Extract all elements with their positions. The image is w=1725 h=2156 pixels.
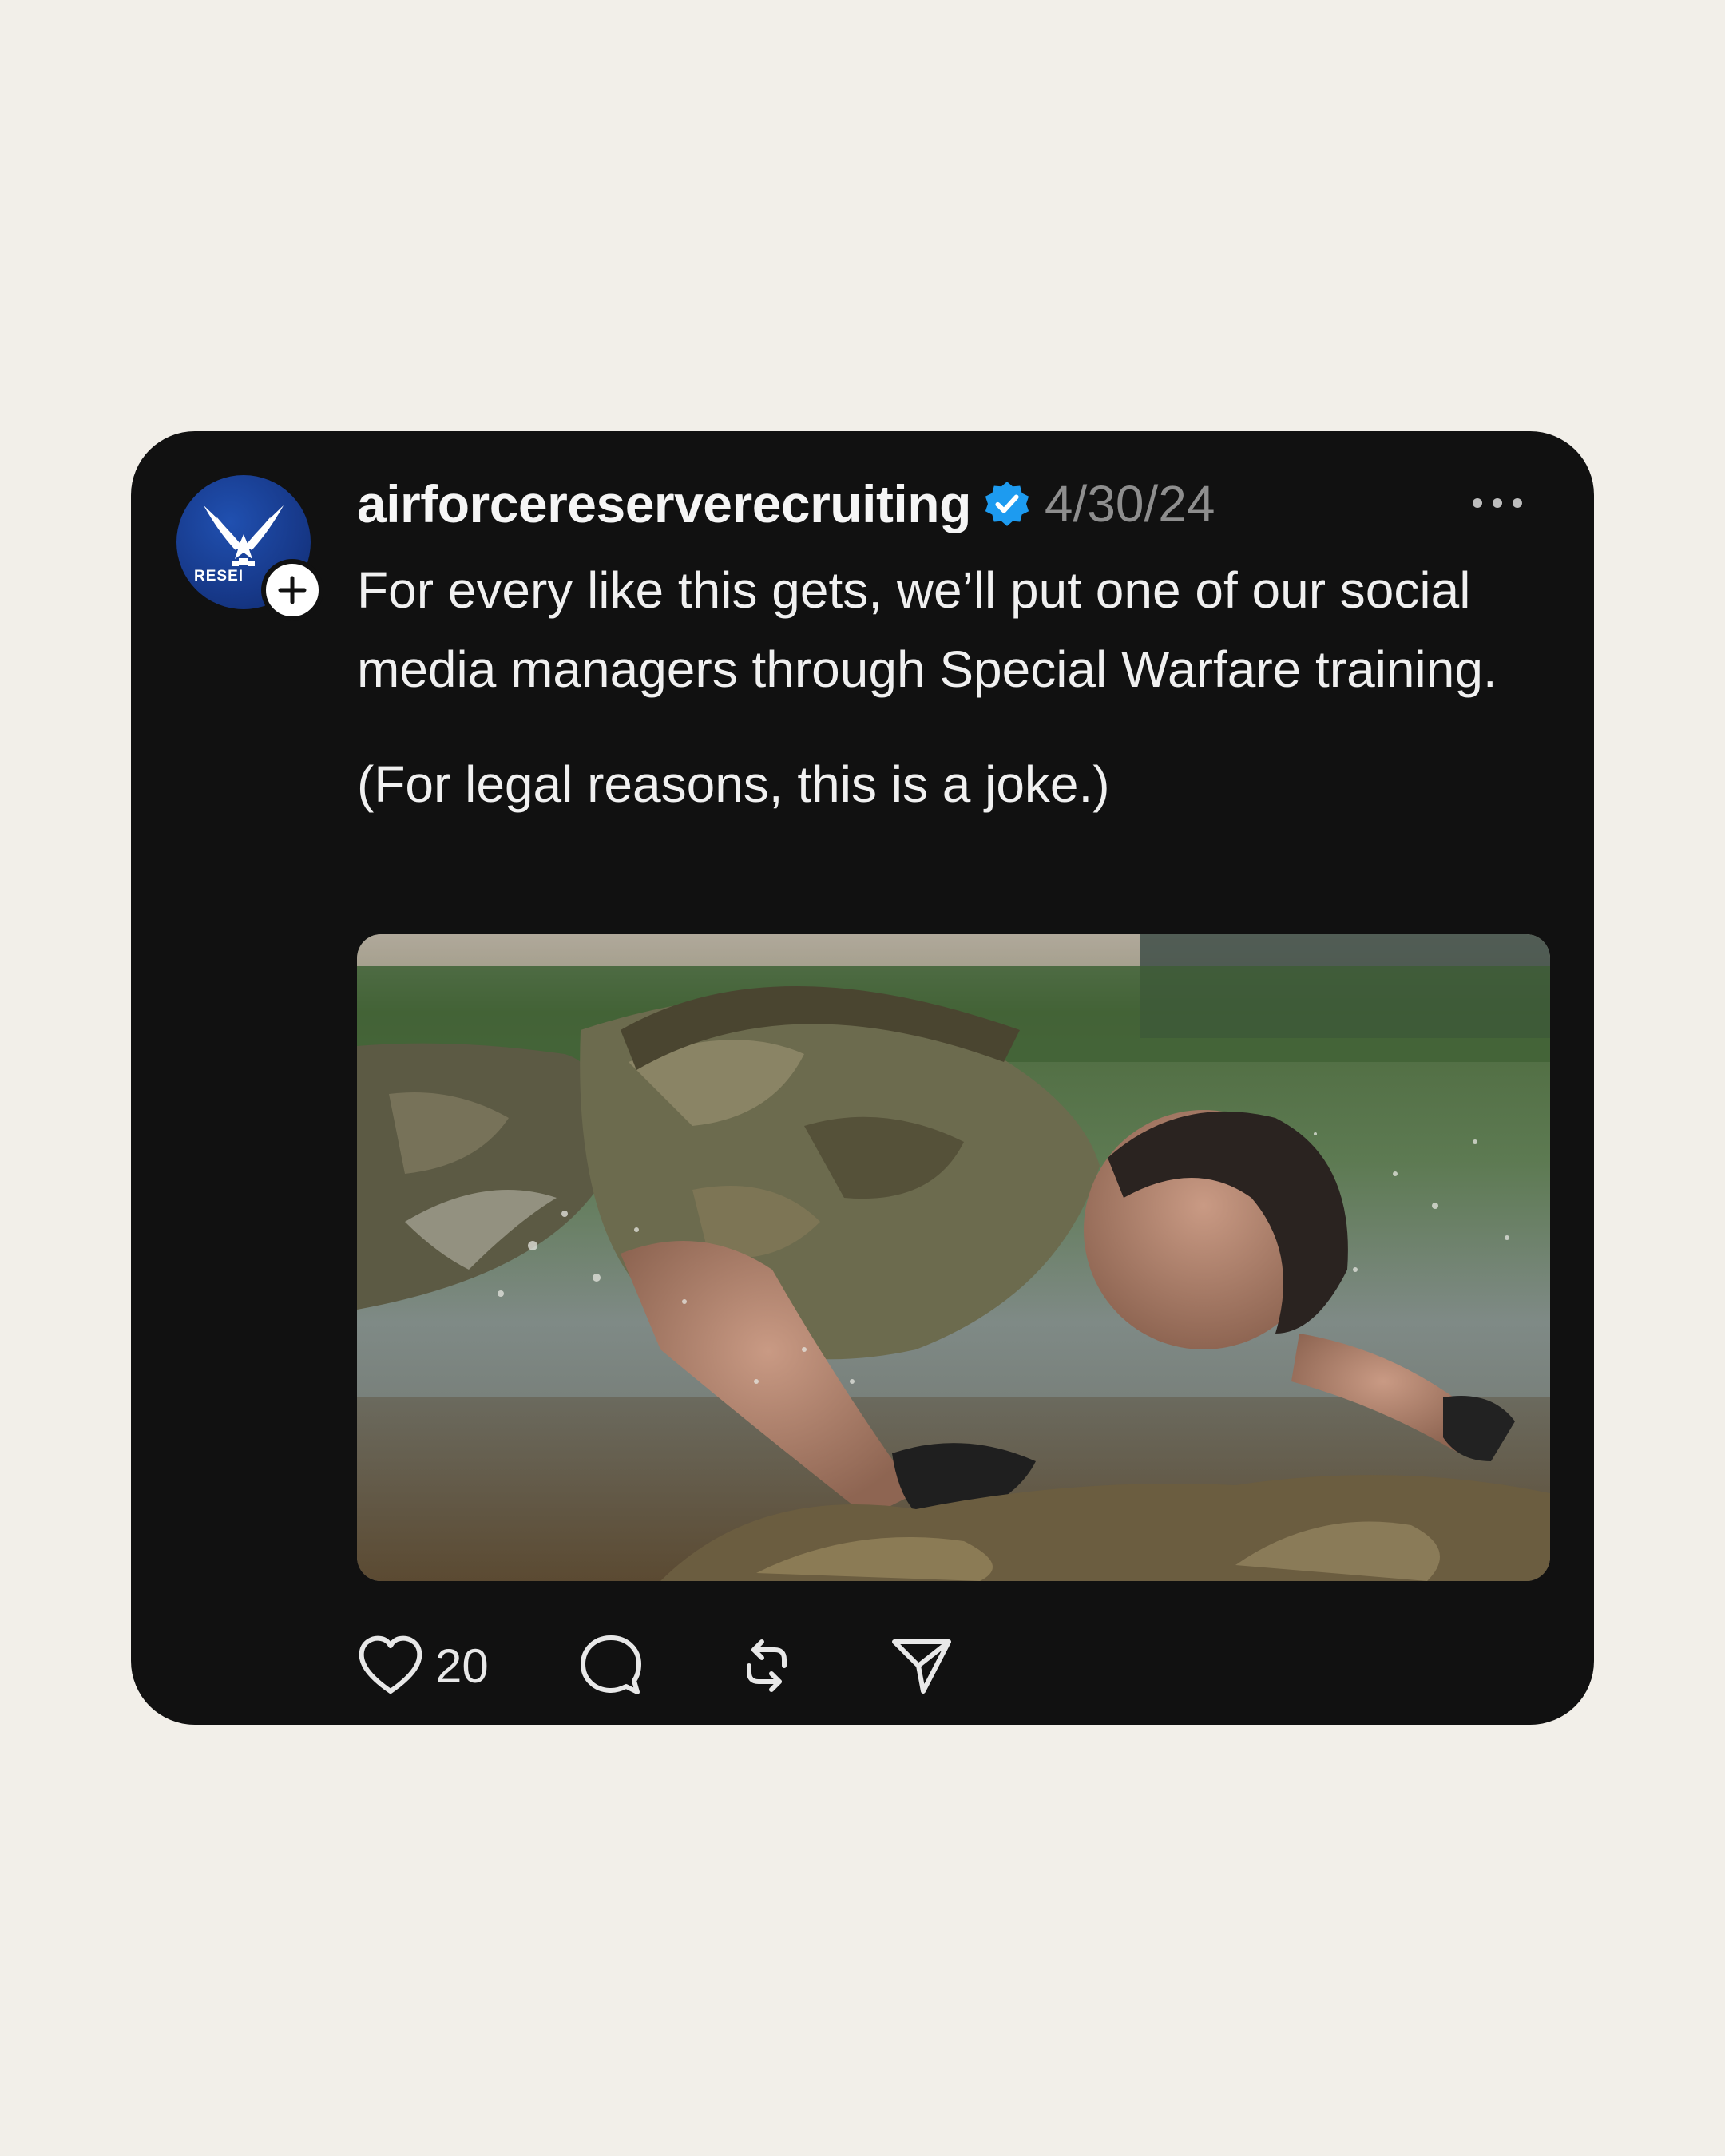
send-icon	[891, 1639, 951, 1694]
repost-button[interactable]	[735, 1634, 799, 1698]
username-link[interactable]: airforcereserverecruiting	[357, 474, 971, 534]
share-button[interactable]	[890, 1634, 954, 1698]
follow-button[interactable]	[261, 559, 323, 621]
more-options-icon[interactable]	[1469, 487, 1525, 519]
like-button[interactable]: 20	[357, 1634, 489, 1698]
heart-icon	[359, 1635, 422, 1694]
post-date: 4/30/24	[1044, 475, 1215, 533]
threads-post-card: RESEI airforcereserverecruiting 4/30/24 …	[131, 431, 1594, 1725]
avatar-label: RESEI	[194, 568, 244, 585]
post-image[interactable]	[357, 934, 1550, 1581]
post-text-paragraph: For every like this gets, we’ll put one …	[357, 561, 1497, 698]
comment-button[interactable]	[578, 1633, 644, 1698]
like-count: 20	[435, 1639, 489, 1693]
plus-icon	[278, 576, 307, 604]
verified-badge-icon	[985, 482, 1029, 526]
action-bar: 20	[357, 1634, 954, 1698]
comment-bubble-icon	[580, 1635, 641, 1694]
soldier-mud-photo	[357, 934, 1550, 1581]
post-text-paragraph: (For legal reasons, this is a joke.)	[357, 755, 1110, 813]
post-header: airforcereserverecruiting 4/30/24	[357, 468, 1215, 540]
repost-icon	[746, 1639, 787, 1692]
post-body: For every like this gets, we’ll put one …	[357, 551, 1539, 824]
